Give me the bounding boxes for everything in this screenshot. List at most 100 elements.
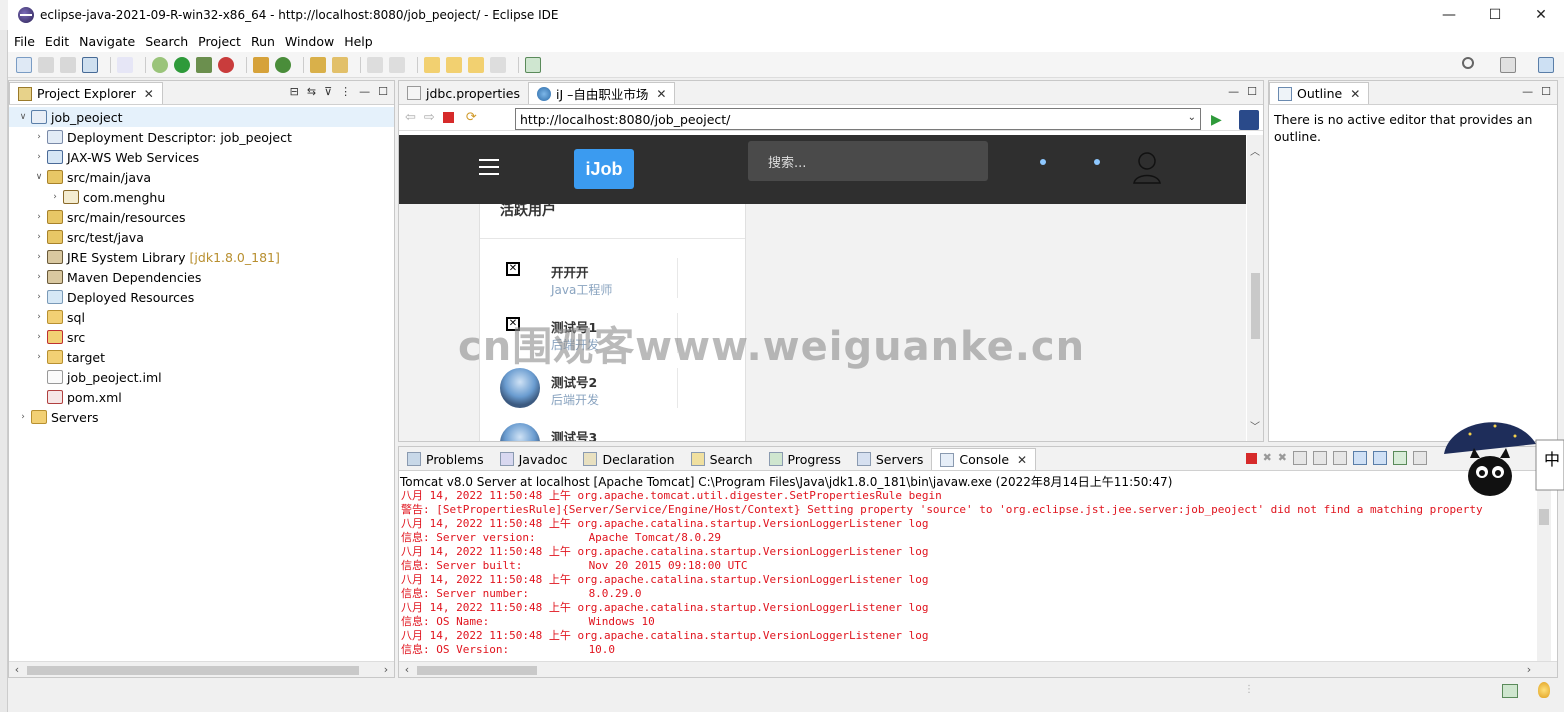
terminate-icon[interactable] [1245,453,1257,464]
tree-item[interactable]: job_peoject.iml [9,367,394,387]
chevron-right-icon[interactable]: › [33,352,45,362]
tree-item[interactable]: › Servers [9,407,394,427]
horizontal-scrollbar[interactable]: ‹ › [9,661,394,677]
menu-item-window[interactable]: Window [285,34,334,49]
user-name[interactable]: 开开开 [551,262,589,281]
user-item[interactable]: 测试号2 后端开发 [500,366,740,410]
minimize-view-icon[interactable]: — [359,85,370,98]
tree-item[interactable]: › com.menghu [9,187,394,207]
chevron-right-icon[interactable]: › [33,212,45,222]
debug-icon[interactable] [152,56,168,73]
tab-jdbc-properties[interactable]: jdbc.properties [399,82,528,104]
run-icon[interactable] [174,56,190,73]
chevron-down-icon[interactable]: ∨ [17,112,29,122]
chevron-right-icon[interactable]: › [17,412,29,422]
open-task-icon[interactable] [332,56,348,73]
user-name[interactable]: 测试号3 [551,427,597,441]
menu-item-help[interactable]: Help [344,34,373,49]
tab-project-explorer[interactable]: Project Explorer ✕ [9,82,163,104]
minimize-view-icon[interactable]: — [1522,85,1533,98]
remove-all-terminated-icon[interactable]: ✖ [1278,451,1287,465]
open-external-browser-icon[interactable] [1239,110,1259,130]
chevron-right-icon[interactable]: › [49,192,61,202]
scroll-thumb[interactable] [27,666,359,675]
menu-item-navigate[interactable]: Navigate [79,34,135,49]
new-icon[interactable] [16,56,32,73]
collapse-all-icon[interactable]: ⊟ [290,85,299,98]
link-with-editor-icon[interactable]: ⇆ [307,85,316,98]
close-tab-icon[interactable]: ✕ [1017,453,1027,467]
clear-console-icon[interactable] [1293,451,1307,465]
previous-annotation-icon[interactable] [389,56,405,73]
console-output[interactable]: 八月 14, 2022 11:50:48 上午 org.apache.tomca… [399,489,1557,657]
minimize-button[interactable]: — [1426,0,1472,30]
tree-item[interactable]: › src/test/java [9,227,394,247]
forward-nav-icon[interactable] [468,56,484,73]
tree-item[interactable]: › Deployment Descriptor: job_peoject [9,127,394,147]
menu-item-project[interactable]: Project [198,34,241,49]
close-tab-icon[interactable]: ✕ [1350,87,1360,101]
tree-item[interactable]: › target [9,347,394,367]
maximize-button[interactable]: ☐ [1472,0,1518,30]
tab-declaration[interactable]: Declaration [575,448,683,470]
user-item[interactable]: ✕ 开开开 Java工程师 [500,256,740,300]
ime-indicator[interactable]: 中 [1544,446,1560,470]
url-dropdown-icon[interactable]: ⌄ [1188,112,1196,123]
terminal-icon[interactable] [82,56,98,73]
chevron-right-icon[interactable]: › [33,312,45,322]
menu-item-edit[interactable]: Edit [45,34,69,49]
notification-dot-icon[interactable] [1040,159,1046,165]
maximize-view-icon[interactable]: ☐ [1247,85,1257,98]
tab-problems[interactable]: Problems [399,448,492,470]
browser-vertical-scrollbar[interactable]: ︿ ﹀ [1247,135,1263,441]
open-type-icon[interactable] [310,56,326,73]
scroll-right-icon[interactable]: › [378,662,394,678]
external-tools-icon[interactable] [218,56,234,73]
console-horizontal-scrollbar[interactable]: ‹ › [399,661,1557,677]
filter-icon[interactable]: ⊽ [324,85,332,98]
user-name[interactable]: 测试号2 [551,372,597,391]
tree-item[interactable]: ∨ src/main/java [9,167,394,187]
save-all-icon[interactable] [60,56,76,73]
chevron-right-icon[interactable]: › [33,232,45,242]
pin-console-icon[interactable] [1393,451,1407,465]
tree-item[interactable]: › Maven Dependencies [9,267,394,287]
scroll-left-icon[interactable]: ‹ [9,662,25,678]
new-server-icon[interactable] [253,56,269,73]
remove-launch-icon[interactable]: ✖ [1263,451,1272,465]
view-menu-icon[interactable]: ⋮ [340,85,351,98]
scroll-down-icon[interactable]: ﹀ [1250,418,1260,433]
tab-progress[interactable]: Progress [760,448,849,470]
tree-item[interactable]: › Deployed Resources [9,287,394,307]
chevron-down-icon[interactable]: ∨ [33,172,45,182]
save-icon[interactable] [38,56,54,73]
back-icon[interactable] [446,56,462,73]
show-console-stderr-icon[interactable] [1373,451,1387,465]
minimize-view-icon[interactable]: — [1228,85,1239,98]
tab-browser[interactable]: iJ –自由职业市场 ✕ [527,82,676,104]
scroll-up-icon[interactable]: ︿ [1250,143,1260,158]
tab-servers[interactable]: Servers [848,448,932,470]
forward-disabled-icon[interactable] [490,56,506,73]
tab-search[interactable]: Search [682,448,761,470]
new-java-class-icon[interactable] [275,56,291,73]
tab-outline[interactable]: Outline ✕ [1269,82,1370,104]
url-input[interactable]: http://localhost:8080/job_peoject/ ⌄ [515,108,1201,130]
tab-javadoc[interactable]: Javadoc [491,448,576,470]
close-button[interactable]: ✕ [1518,0,1564,30]
chevron-right-icon[interactable]: › [33,132,45,142]
tip-lightbulb-icon[interactable] [1538,682,1550,698]
status-progress-icon[interactable] [1502,684,1518,698]
coverage-icon[interactable] [196,56,212,73]
refresh-icon[interactable]: ⟳ [466,110,477,125]
user-item[interactable]: 测试号3 [500,421,740,441]
chevron-right-icon[interactable]: › [33,332,45,342]
stop-icon[interactable] [442,112,454,123]
maximize-view-icon[interactable]: ☐ [378,85,388,98]
tab-console[interactable]: Console ✕ [931,448,1037,470]
site-search-input[interactable]: 搜索... [748,141,988,181]
pin-editor-icon[interactable] [525,56,541,73]
site-logo[interactable]: iJob [574,149,634,189]
tree-item[interactable]: ∨ job_peoject [9,107,394,127]
next-annotation-icon[interactable] [367,56,383,73]
